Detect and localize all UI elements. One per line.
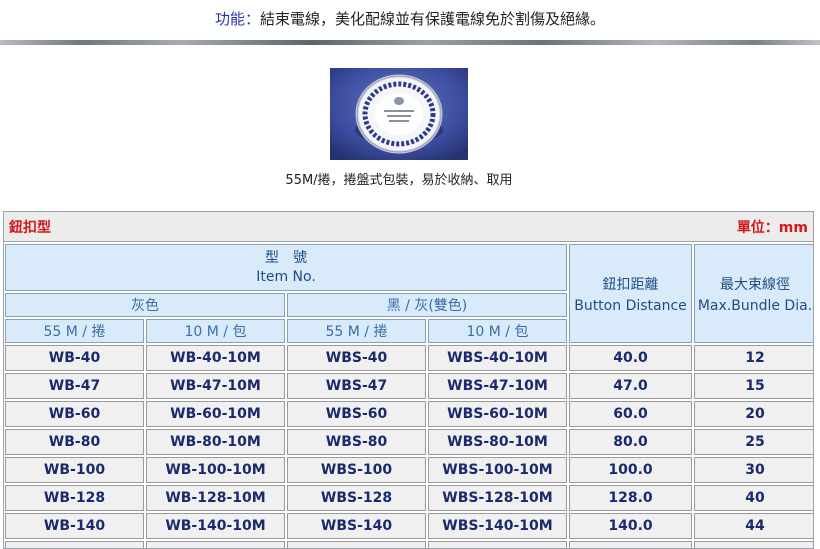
cell-black-55m: WBS-100 (287, 457, 426, 483)
cell-gray-55m: WB-40 (5, 345, 144, 371)
cell-black-10m: WBS-128-10M (428, 485, 567, 511)
cell-black-10m: WBS-60-10M (428, 401, 567, 427)
cell-max-bundle: 44 (694, 513, 813, 539)
cell-button-distance (569, 541, 692, 548)
function-label: 功能 (214, 10, 245, 28)
cell-gray-10m: WB-40-10M (146, 345, 285, 371)
table-row: WB-47 WB-47-10M WBS-47 WBS-47-10M 47.0 1… (5, 373, 813, 399)
gray-header: 灰色 (5, 293, 285, 317)
max-bundle-en: Max.Bundle Dia. (697, 297, 813, 314)
cell-gray-10m: WB-140-10M (146, 513, 285, 539)
cell-gray-10m: WB-60-10M (146, 401, 285, 427)
model-header: 型 號 Item No. (5, 244, 567, 291)
cell-button-distance: 60.0 (569, 401, 692, 427)
cell-gray-10m: WB-100-10M (146, 457, 285, 483)
max-bundle-zh: 最大束線徑 (720, 276, 790, 293)
cell-gray-55m: WB-128 (5, 485, 144, 511)
cell-button-distance: 140.0 (569, 513, 692, 539)
cell-button-distance: 128.0 (569, 485, 692, 511)
horizontal-divider (0, 40, 820, 45)
sub-header-gray-10m: 10 M / 包 (146, 319, 285, 343)
cell-black-55m: WBS-128 (287, 485, 426, 511)
cell-black-10m (428, 541, 567, 548)
function-description: 功能：結束電線，美化配線並有保護電線免於割傷及絕緣。 (0, 8, 820, 29)
table-row: WB-60 WB-60-10M WBS-60 WBS-60-10M 60.0 2… (5, 401, 813, 427)
cell-max-bundle: 25 (694, 429, 813, 455)
table-row: WB-40 WB-40-10M WBS-40 WBS-40-10M 40.0 1… (5, 345, 813, 371)
cell-max-bundle: 20 (694, 401, 813, 427)
cell-black-55m: WBS-60 (287, 401, 426, 427)
spec-grid: 型 號 Item No. 鈕扣距離 Button Distance 最大束線徑 … (4, 242, 813, 548)
cell-gray-10m (146, 541, 285, 548)
cell-gray-55m: WB-100 (5, 457, 144, 483)
table-title-bar: 鈕扣型 單位：mm (4, 212, 813, 242)
cell-gray-55m: WB-140 (5, 513, 144, 539)
max-bundle-header: 最大束線徑 Max.Bundle Dia. (694, 244, 813, 343)
cell-button-distance: 80.0 (569, 429, 692, 455)
sub-header-gray-55m: 55 M / 捲 (5, 319, 144, 343)
cell-black-10m: WBS-140-10M (428, 513, 567, 539)
cell-black-10m: WBS-40-10M (428, 345, 567, 371)
cell-gray-55m (5, 541, 144, 548)
cell-button-distance: 100.0 (569, 457, 692, 483)
cell-black-10m: WBS-47-10M (428, 373, 567, 399)
function-text: 結束電線，美化配線並有保護電線免於割傷及絕緣。 (260, 10, 606, 28)
cell-gray-10m: WB-128-10M (146, 485, 285, 511)
cell-black-55m: WBS-80 (287, 429, 426, 455)
cell-gray-10m: WB-47-10M (146, 373, 285, 399)
table-row (5, 541, 813, 548)
unit-label: 單位：mm (736, 219, 808, 236)
cell-max-bundle (694, 541, 813, 548)
reel-icon (330, 68, 468, 160)
table-row: WB-100 WB-100-10M WBS-100 WBS-100-10M 10… (5, 457, 813, 483)
black-gray-header: 黑 / 灰(雙色) (287, 293, 567, 317)
cell-gray-10m: WB-80-10M (146, 429, 285, 455)
model-header-zh: 型 號 (265, 249, 307, 266)
cell-max-bundle: 30 (694, 457, 813, 483)
cell-black-10m: WBS-100-10M (428, 457, 567, 483)
cell-black-55m: WBS-47 (287, 373, 426, 399)
cell-button-distance: 47.0 (569, 373, 692, 399)
button-distance-en: Button Distance (574, 297, 687, 314)
sub-header-black-55m: 55 M / 捲 (287, 319, 426, 343)
sub-header-black-10m: 10 M / 包 (428, 319, 567, 343)
cell-max-bundle: 40 (694, 485, 813, 511)
cell-black-55m (287, 541, 426, 548)
button-distance-header: 鈕扣距離 Button Distance (569, 244, 692, 343)
model-header-en: Item No. (256, 268, 316, 285)
cable-tie-reel-photo (330, 68, 468, 160)
button-distance-zh: 鈕扣距離 (602, 276, 659, 293)
table-row: WB-140 WB-140-10M WBS-140 WBS-140-10M 14… (5, 513, 813, 539)
cell-black-55m: WBS-40 (287, 345, 426, 371)
cell-button-distance: 40.0 (569, 345, 692, 371)
cell-max-bundle: 12 (694, 345, 813, 371)
function-separator: ： (244, 10, 260, 28)
product-caption: 55M/捲，捲盤式包裝，易於收納、取用 (285, 173, 513, 188)
category-label: 鈕扣型 (9, 219, 51, 236)
cell-black-10m: WBS-80-10M (428, 429, 567, 455)
table-row: WB-128 WB-128-10M WBS-128 WBS-128-10M 12… (5, 485, 813, 511)
cell-gray-55m: WB-60 (5, 401, 144, 427)
spec-table: 鈕扣型 單位：mm 型 號 Item No. 鈕扣距離 Button Dista… (3, 211, 814, 549)
table-row: WB-80 WB-80-10M WBS-80 WBS-80-10M 80.0 2… (5, 429, 813, 455)
cell-max-bundle: 15 (694, 373, 813, 399)
cell-gray-55m: WB-47 (5, 373, 144, 399)
cell-gray-55m: WB-80 (5, 429, 144, 455)
cell-black-55m: WBS-140 (287, 513, 426, 539)
